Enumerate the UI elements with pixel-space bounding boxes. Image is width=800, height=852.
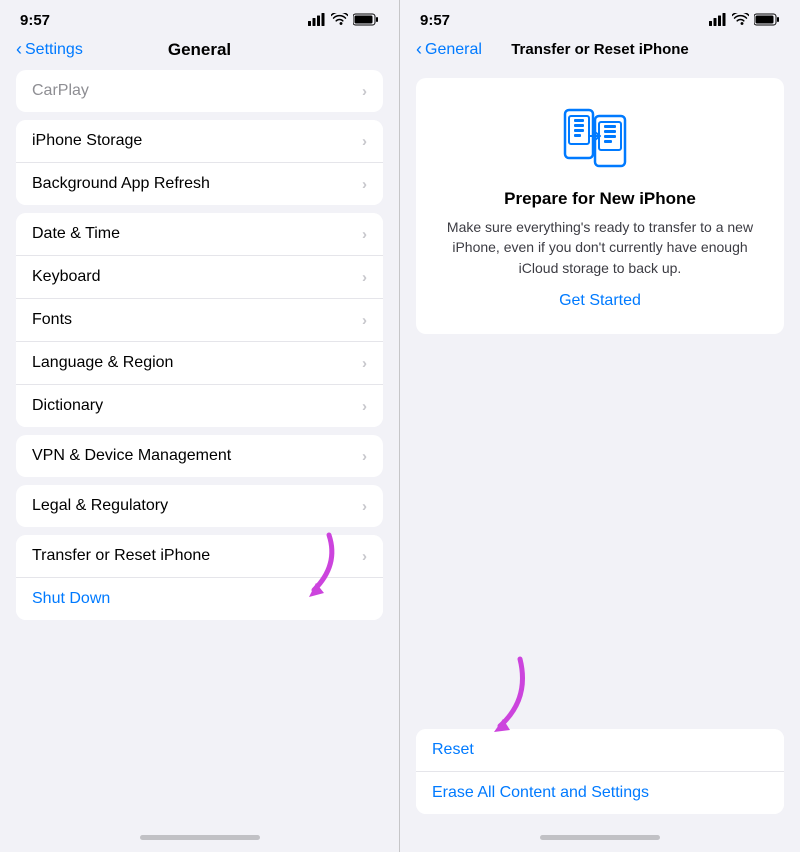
shutdown-item[interactable]: Shut Down <box>16 578 383 620</box>
fonts-item[interactable]: Fonts › <box>16 299 383 342</box>
legal-label: Legal & Regulatory <box>32 497 168 515</box>
right-panel: 9:57 ‹ General Transfer or Reset iPhone <box>400 0 800 852</box>
carplay-chevron: › <box>362 83 367 100</box>
fonts-chevron: › <box>362 312 367 329</box>
back-chevron-right: ‹ <box>416 39 422 60</box>
status-bar-left: 9:57 <box>0 0 399 35</box>
language-region-chevron: › <box>362 355 367 372</box>
back-button-right[interactable]: ‹ General <box>416 39 482 60</box>
battery-icon <box>353 13 379 29</box>
back-chevron-left: ‹ <box>16 39 22 60</box>
nav-bar-left: ‹ Settings General <box>0 35 399 70</box>
iphone-storage-chevron: › <box>362 133 367 150</box>
prepare-desc: Make sure everything's ready to transfer… <box>436 217 764 278</box>
transfer-reset-item[interactable]: Transfer or Reset iPhone › <box>16 535 383 578</box>
home-indicator-left <box>0 822 399 852</box>
status-icons-right <box>709 13 780 29</box>
keyboard-chevron: › <box>362 269 367 286</box>
background-refresh-item[interactable]: Background App Refresh › <box>16 163 383 205</box>
wifi-icon <box>331 13 348 29</box>
nav-bar-right: ‹ General Transfer or Reset iPhone <box>400 35 800 70</box>
bottom-section-wrapper: Reset Erase All Content and Settings <box>400 729 800 822</box>
carplay-section: CarPlay › <box>16 70 383 112</box>
settings-list: CarPlay › iPhone Storage › Background Ap… <box>0 70 399 822</box>
battery-icon-right <box>754 13 780 29</box>
vpn-chevron: › <box>362 448 367 465</box>
date-time-chevron: › <box>362 226 367 243</box>
transfer-section-wrapper: Transfer or Reset iPhone › Shut Down <box>0 535 399 620</box>
home-bar-right <box>540 835 660 840</box>
dictionary-item[interactable]: Dictionary › <box>16 385 383 427</box>
iphone-storage-item[interactable]: iPhone Storage › <box>16 120 383 163</box>
prepare-card: Prepare for New iPhone Make sure everyth… <box>416 78 784 334</box>
language-region-label: Language & Region <box>32 354 173 372</box>
language-region-item[interactable]: Language & Region › <box>16 342 383 385</box>
home-bar-left <box>140 835 260 840</box>
carplay-label: CarPlay <box>32 82 89 100</box>
transfer-reset-chevron: › <box>362 548 367 565</box>
keyboard-item[interactable]: Keyboard › <box>16 256 383 299</box>
dictionary-label: Dictionary <box>32 397 103 415</box>
reset-bottom-section: Reset Erase All Content and Settings <box>416 729 784 814</box>
background-refresh-label: Background App Refresh <box>32 175 210 193</box>
status-bar-right: 9:57 <box>400 0 800 35</box>
prepare-title: Prepare for New iPhone <box>504 189 696 209</box>
page-title-right: Transfer or Reset iPhone <box>511 41 689 58</box>
prepare-icon <box>560 102 640 177</box>
date-time-item[interactable]: Date & Time › <box>16 213 383 256</box>
spacer-right <box>400 342 800 729</box>
date-time-label: Date & Time <box>32 225 120 243</box>
legal-chevron: › <box>362 498 367 515</box>
page-title-left: General <box>168 40 231 60</box>
back-label-right: General <box>425 41 482 59</box>
wifi-icon-right <box>732 13 749 29</box>
storage-section: iPhone Storage › Background App Refresh … <box>16 120 383 205</box>
dictionary-chevron: › <box>362 398 367 415</box>
erase-label: Erase All Content and Settings <box>432 784 649 802</box>
signal-icon <box>308 13 326 29</box>
reset-label: Reset <box>432 741 474 759</box>
time-right: 9:57 <box>420 12 450 29</box>
background-refresh-chevron: › <box>362 176 367 193</box>
reset-item[interactable]: Reset <box>416 729 784 772</box>
legal-section: Legal & Regulatory › <box>16 485 383 527</box>
transfer-reset-label: Transfer or Reset iPhone <box>32 547 210 565</box>
reset-section: Transfer or Reset iPhone › Shut Down <box>16 535 383 620</box>
shutdown-label: Shut Down <box>32 590 110 608</box>
iphone-storage-label: iPhone Storage <box>32 132 142 150</box>
home-indicator-right <box>400 822 800 852</box>
get-started-link[interactable]: Get Started <box>559 292 641 310</box>
vpn-label: VPN & Device Management <box>32 447 231 465</box>
erase-item[interactable]: Erase All Content and Settings <box>416 772 784 814</box>
carplay-item[interactable]: CarPlay › <box>16 70 383 112</box>
left-panel: 9:57 ‹ Settings General CarPlay › <box>0 0 400 852</box>
back-button-left[interactable]: ‹ Settings <box>16 39 83 60</box>
status-icons-left <box>308 13 379 29</box>
vpn-item[interactable]: VPN & Device Management › <box>16 435 383 477</box>
vpn-section: VPN & Device Management › <box>16 435 383 477</box>
back-label-left: Settings <box>25 41 83 59</box>
keyboard-label: Keyboard <box>32 268 101 286</box>
fonts-label: Fonts <box>32 311 72 329</box>
legal-item[interactable]: Legal & Regulatory › <box>16 485 383 527</box>
time-left: 9:57 <box>20 12 50 29</box>
signal-icon-right <box>709 13 727 29</box>
datetime-section: Date & Time › Keyboard › Fonts › Languag… <box>16 213 383 427</box>
